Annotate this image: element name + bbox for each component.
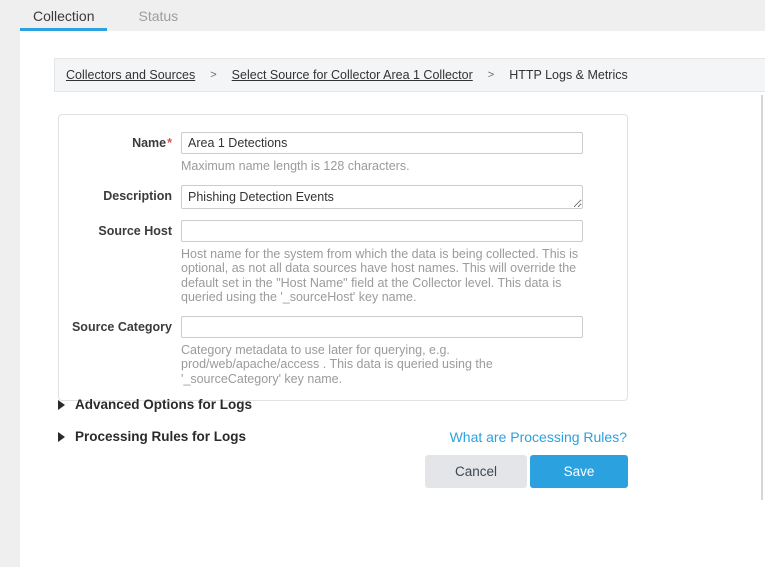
tab-bar: Collection Status [20,0,191,31]
source-category-input[interactable] [181,316,583,338]
breadcrumb-link-collectors[interactable]: Collectors and Sources [66,68,195,82]
tab-status[interactable]: Status [125,0,191,31]
source-category-label: Source Category [59,316,181,387]
description-label: Description [59,185,181,209]
name-label: Name* [59,132,181,174]
section-processing-rules[interactable]: Processing Rules for Logs [58,429,246,444]
vertical-scrollbar[interactable] [761,95,763,500]
name-label-text: Name [132,136,166,150]
action-button-row: Cancel Save [425,455,628,488]
breadcrumb-separator: > [488,69,494,81]
source-category-helper-text: Category metadata to use later for query… [181,343,583,387]
breadcrumb: Collectors and Sources > Select Source f… [54,58,765,92]
save-button[interactable]: Save [530,455,628,488]
breadcrumb-separator: > [210,69,216,81]
name-field-row: Name* Maximum name length is 128 charact… [59,132,627,174]
source-config-form-card: Name* Maximum name length is 128 charact… [58,114,628,401]
breadcrumb-current-page: HTTP Logs & Metrics [509,68,628,82]
source-host-helper-text: Host name for the system from which the … [181,247,583,305]
source-host-field-row: Source Host Host name for the system fro… [59,220,627,305]
what-are-processing-rules-link[interactable]: What are Processing Rules? [450,429,627,445]
description-textarea[interactable]: Phishing Detection Events [181,185,583,209]
source-host-input[interactable] [181,220,583,242]
expand-arrow-icon [58,432,65,442]
tab-collection[interactable]: Collection [20,0,107,31]
cancel-button[interactable]: Cancel [425,455,527,488]
required-asterisk: * [167,136,172,150]
processing-rules-label: Processing Rules for Logs [75,429,246,444]
advanced-options-label: Advanced Options for Logs [75,397,252,412]
breadcrumb-link-select-source[interactable]: Select Source for Collector Area 1 Colle… [232,68,473,82]
description-field-row: Description Phishing Detection Events [59,185,627,209]
expand-arrow-icon [58,400,65,410]
section-advanced-options[interactable]: Advanced Options for Logs [58,397,252,412]
source-host-label: Source Host [59,220,181,305]
name-helper-text: Maximum name length is 128 characters. [181,159,583,174]
name-input[interactable] [181,132,583,154]
source-category-field-row: Source Category Category metadata to use… [59,316,627,387]
